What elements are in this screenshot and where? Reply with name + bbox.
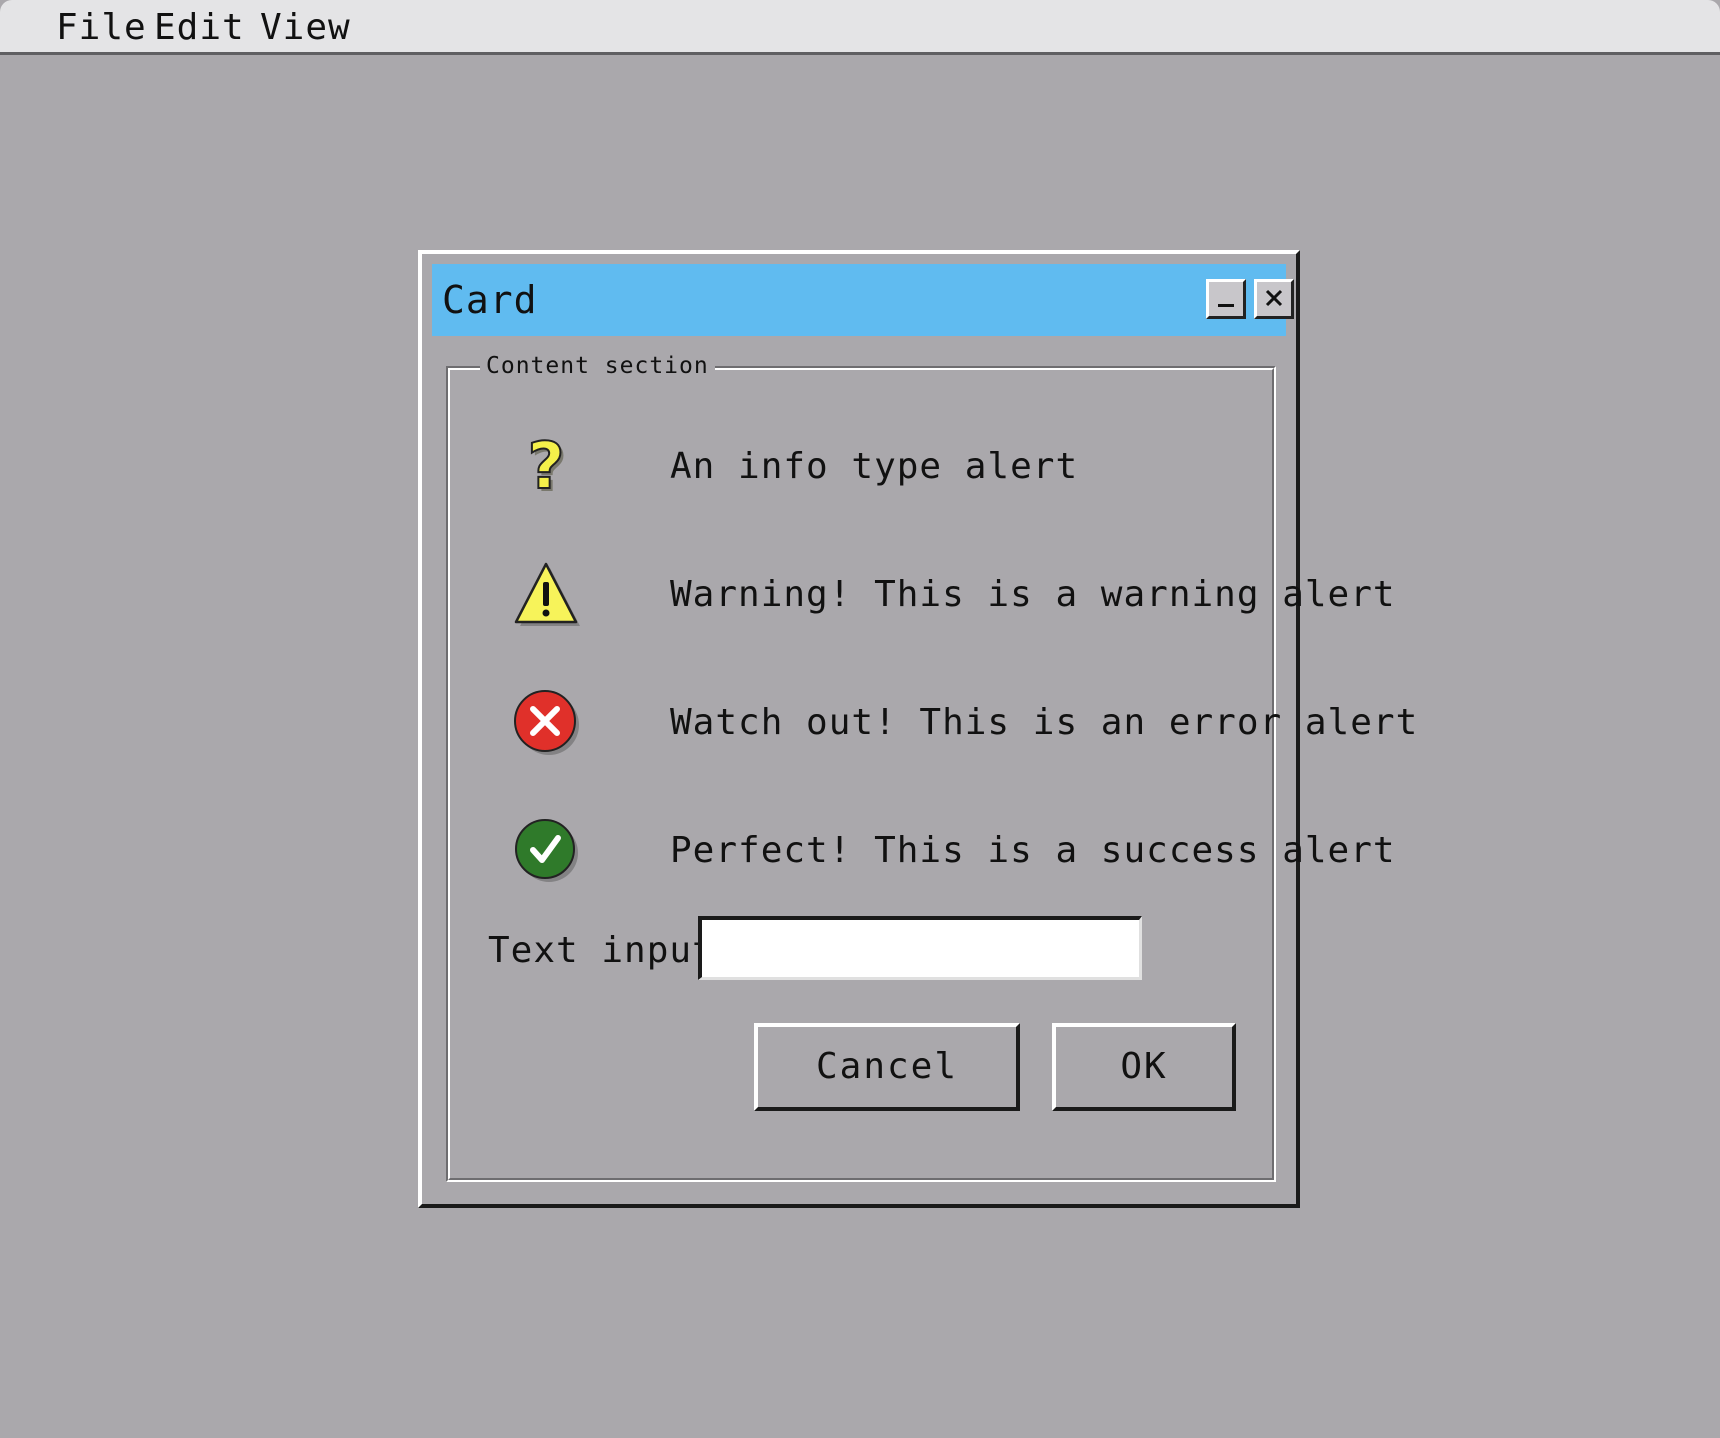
error-icon (514, 690, 579, 755)
alert-info-message: An info type alert (670, 446, 1079, 487)
ok-button[interactable]: OK (1052, 1023, 1236, 1111)
text-input-label: Text input (488, 930, 715, 971)
question-icon: ? ? (526, 432, 567, 502)
window-title: Card (442, 278, 538, 322)
svg-text:?: ? (527, 432, 564, 502)
window-titlebar[interactable]: Card (432, 264, 1294, 336)
warning-icon (514, 562, 580, 626)
content-section: Content section ? ? An info type alert W… (446, 350, 1417, 1182)
menu-bar: File Edit View (0, 0, 1720, 55)
alert-success: Perfect! This is a success alert (512, 816, 1395, 886)
menu-file[interactable]: File (56, 6, 147, 50)
alert-error-message: Watch out! This is an error alert (670, 702, 1419, 743)
menu-view[interactable]: View (260, 6, 351, 50)
cancel-button[interactable]: Cancel (754, 1023, 1020, 1111)
minimize-icon (1218, 304, 1234, 307)
text-input-field[interactable] (698, 916, 1142, 980)
menu-edit[interactable]: Edit (154, 6, 245, 50)
check-icon (515, 819, 578, 882)
alert-warning: Warning! This is a warning alert (512, 560, 1395, 630)
alert-success-message: Perfect! This is a success alert (670, 830, 1396, 871)
alert-error: Watch out! This is an error alert (512, 688, 1417, 758)
alert-warning-message: Warning! This is a warning alert (670, 574, 1396, 615)
close-button[interactable] (1254, 279, 1294, 319)
content-section-legend: Content section (480, 350, 715, 382)
close-icon (1265, 289, 1283, 307)
alert-info: ? ? An info type alert (512, 432, 1232, 502)
minimize-button[interactable] (1206, 279, 1246, 319)
card-window: Card Content section ? ? An info type al… (418, 250, 1417, 1208)
